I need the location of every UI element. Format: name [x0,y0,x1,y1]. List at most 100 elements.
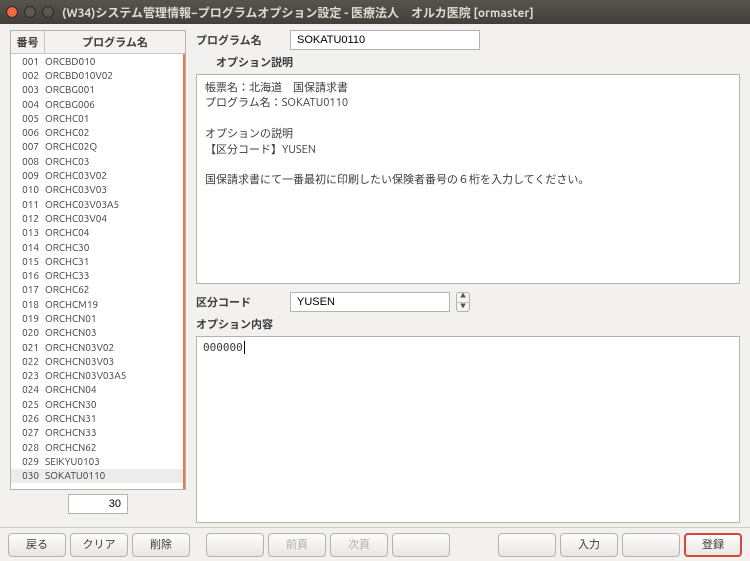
program-name-input[interactable] [290,30,480,50]
table-row[interactable]: 026ORCHCN31 [11,411,183,425]
cell-no: 001 [13,56,45,67]
cell-name: ORCHCN33 [45,427,181,438]
cell-name: ORCHCM19 [45,299,181,310]
table-row[interactable]: 001ORCBD010 [11,54,183,68]
main-panel: プログラム名 オプション説明 帳票名：北海道 国保請求書 プログラム名：SOKA… [196,30,740,523]
cell-name: ORCHC02Q [45,141,181,152]
cell-no: 006 [13,127,45,138]
table-row[interactable]: 002ORCBD010V02 [11,68,183,82]
cell-no: 014 [13,242,45,253]
table-row[interactable]: 012ORCHC03V04 [11,211,183,225]
window-title: (W34)システム管理情報−プログラムオプション設定 - 医療法人 オルカ医院 … [62,4,534,21]
cell-no: 007 [13,141,45,152]
cell-no: 020 [13,327,45,338]
cell-name: ORCHCN03V02 [45,342,181,353]
close-icon[interactable] [6,6,18,18]
kubun-spinner[interactable]: ▲ ▼ [456,292,470,312]
register-button[interactable]: 登録 [684,533,742,557]
table-row[interactable]: 018ORCHCM19 [11,297,183,311]
table-row[interactable]: 004ORCBG006 [11,97,183,111]
table-body[interactable]: 001ORCBD010002ORCBD010V02003ORCBG001004O… [11,54,185,489]
table-row[interactable]: 016ORCHC33 [11,268,183,282]
cell-name: ORCBD010 [45,56,181,67]
cell-name: ORCHC03V03 [45,184,181,195]
kubun-row: 区分コード ▲ ▼ [196,292,740,312]
table-row[interactable]: 011ORCHC03V03A5 [11,197,183,211]
footer: 戻る クリア 削除 前頁 次頁 入力 登録 [0,527,750,561]
input-button[interactable]: 入力 [560,533,618,557]
table-row[interactable]: 022ORCHCN03V03 [11,354,183,368]
cell-name: ORCHC31 [45,256,181,267]
col-no: 番号 [11,31,45,53]
cell-name: ORCHC02 [45,127,181,138]
maximize-icon[interactable] [42,6,54,18]
selected-number-input[interactable] [68,494,128,514]
table-row[interactable]: 029SEIKYU0103 [11,454,183,468]
next-button: 次頁 [330,533,388,557]
cell-name: ORCHC30 [45,242,181,253]
cell-no: 030 [13,470,45,481]
cell-no: 018 [13,299,45,310]
delete-button[interactable]: 削除 [132,533,190,557]
table-row[interactable]: 023ORCHCN03V03A5 [11,369,183,383]
blank-button-1 [206,533,264,557]
program-table[interactable]: 番号 プログラム名 001ORCBD010002ORCBD010V02003OR… [10,30,186,490]
sidebar: 番号 プログラム名 001ORCBD010002ORCBD010V02003OR… [10,30,186,523]
table-row[interactable]: 017ORCHC62 [11,283,183,297]
kubun-input[interactable] [290,292,450,312]
cell-no: 028 [13,442,45,453]
prev-button: 前頁 [268,533,326,557]
cell-no: 026 [13,413,45,424]
cell-no: 016 [13,270,45,281]
table-row[interactable]: 020ORCHCN03 [11,326,183,340]
table-header: 番号 プログラム名 [11,31,185,54]
table-row[interactable]: 007ORCHC02Q [11,140,183,154]
table-row[interactable]: 021ORCHCN03V02 [11,340,183,354]
cell-name: ORCHC03V03A5 [45,199,181,210]
cell-no: 013 [13,227,45,238]
cell-name: ORCBG001 [45,84,181,95]
table-row[interactable]: 006ORCHC02 [11,125,183,139]
table-row[interactable]: 030SOKATU0110 [11,469,183,483]
cell-no: 023 [13,370,45,381]
program-name-label: プログラム名 [196,32,284,48]
table-row[interactable]: 014ORCHC30 [11,240,183,254]
table-row[interactable]: 024ORCHCN04 [11,383,183,397]
cell-name: ORCHCN01 [45,313,181,324]
cell-name: ORCHCN03V03 [45,356,181,367]
cell-no: 024 [13,384,45,395]
table-row[interactable]: 027ORCHCN33 [11,426,183,440]
blank-button-2 [392,533,450,557]
table-row[interactable]: 019ORCHCN01 [11,311,183,325]
minimize-icon[interactable] [24,6,36,18]
chevron-up-icon[interactable]: ▲ [457,293,469,303]
cell-no: 017 [13,284,45,295]
cell-no: 010 [13,184,45,195]
cell-no: 027 [13,427,45,438]
program-name-row: プログラム名 [196,30,740,50]
option-desc-label: オプション説明 [196,54,740,70]
table-row[interactable]: 008ORCHC03 [11,154,183,168]
col-name: プログラム名 [45,31,185,53]
cell-name: ORCHC03 [45,156,181,167]
table-row[interactable]: 009ORCHC03V02 [11,168,183,182]
table-row[interactable]: 003ORCBG001 [11,83,183,97]
option-content-box[interactable]: 000000 [196,336,740,523]
cell-name: ORCHC03V04 [45,213,181,224]
cell-name: ORCHC01 [45,113,181,124]
cell-no: 008 [13,156,45,167]
table-row[interactable]: 010ORCHC03V03 [11,183,183,197]
cell-name: ORCHC04 [45,227,181,238]
table-row[interactable]: 005ORCHC01 [11,111,183,125]
table-row[interactable]: 015ORCHC31 [11,254,183,268]
chevron-down-icon[interactable]: ▼ [457,303,469,312]
back-button[interactable]: 戻る [8,533,66,557]
clear-button[interactable]: クリア [70,533,128,557]
cell-name: ORCHC03V02 [45,170,181,181]
table-row[interactable]: 028ORCHCN62 [11,440,183,454]
table-row[interactable]: 013ORCHC04 [11,226,183,240]
table-row[interactable]: 025ORCHCN30 [11,397,183,411]
option-content-value: 000000 [203,341,245,354]
cell-no: 003 [13,84,45,95]
cell-name: ORCBG006 [45,99,181,110]
